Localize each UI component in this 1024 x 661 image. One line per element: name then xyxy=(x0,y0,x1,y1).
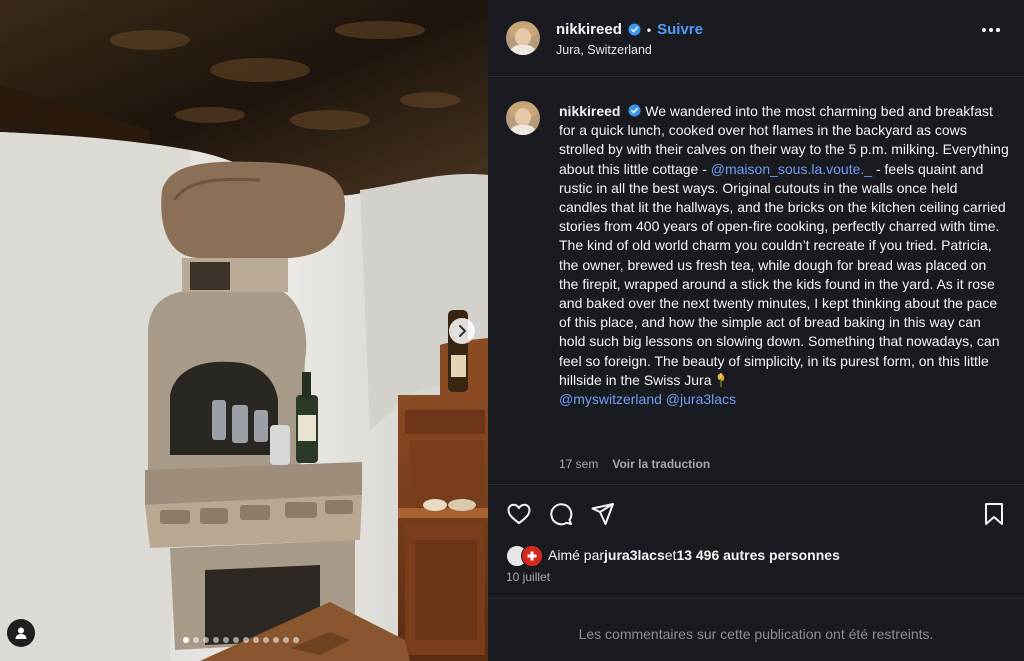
mention-link[interactable]: @myswitzerland xyxy=(559,391,662,407)
carousel-dot xyxy=(283,637,289,643)
caption-username[interactable]: nikkireed xyxy=(559,103,620,119)
carousel-dot xyxy=(183,637,189,643)
liker-avatars xyxy=(506,544,544,567)
likes-prefix: Aimé par xyxy=(548,547,605,563)
divider xyxy=(488,598,1024,599)
swiss-flag-icon xyxy=(521,545,543,567)
post-photo[interactable] xyxy=(0,0,488,661)
tagged-users-button[interactable] xyxy=(7,619,35,647)
carousel-dot xyxy=(213,637,219,643)
more-options-button[interactable] xyxy=(982,28,1000,32)
carousel-dot xyxy=(293,637,299,643)
user-tag-icon xyxy=(15,627,27,639)
post-age: 17 sem xyxy=(559,457,599,471)
carousel-dot xyxy=(273,637,279,643)
mention-link[interactable]: @maison_sous.la.voute._ xyxy=(711,161,872,177)
comment-icon[interactable] xyxy=(548,501,574,527)
more-horizontal-icon xyxy=(982,28,986,32)
avatar[interactable] xyxy=(506,21,540,55)
likes-summary[interactable]: Aimé par jura3lacs et 13 496 autres pers… xyxy=(506,544,840,567)
carousel-dot xyxy=(193,637,199,643)
carousel-dot xyxy=(243,637,249,643)
translate-button[interactable]: Voir la traduction xyxy=(612,457,710,471)
divider xyxy=(488,484,1024,485)
post-details-panel: nikkireed • Suivre Jura, Switzerland nik… xyxy=(488,0,1024,661)
caption-text-2: - feels quaint and rustic in all the bes… xyxy=(559,160,1006,388)
caption-avatar[interactable] xyxy=(506,101,540,135)
share-icon[interactable] xyxy=(590,501,616,527)
location-link[interactable]: Jura, Switzerland xyxy=(556,43,652,57)
header-user-line: nikkireed • Suivre xyxy=(556,21,703,38)
likes-middle: et xyxy=(664,547,677,563)
wheat-icon xyxy=(718,372,725,387)
carousel-indicator xyxy=(183,637,299,643)
username-link[interactable]: nikkireed xyxy=(556,21,622,38)
fireplace-photo xyxy=(0,0,488,661)
heart-icon[interactable] xyxy=(506,501,532,527)
liker-username[interactable]: jura3lacs xyxy=(604,547,665,563)
carousel-dot xyxy=(203,637,209,643)
chevron-right-icon xyxy=(459,325,467,337)
mention-link[interactable]: @jura3lacs xyxy=(666,391,736,407)
carousel-dot xyxy=(253,637,259,643)
bookmark-icon[interactable] xyxy=(981,501,1007,527)
post-date: 10 juillet xyxy=(506,570,551,584)
separator-dot: • xyxy=(646,22,652,37)
caption-meta: 17 sem Voir la traduction xyxy=(559,457,710,471)
carousel-dot xyxy=(233,637,239,643)
comments-restricted-notice: Les commentaires sur cette publication o… xyxy=(578,626,934,642)
verified-badge-icon xyxy=(628,23,641,36)
post-header: nikkireed • Suivre Jura, Switzerland xyxy=(488,0,1024,77)
verified-badge-icon xyxy=(628,104,641,117)
carousel-next-button[interactable] xyxy=(449,318,475,344)
likes-count[interactable]: 13 496 autres personnes xyxy=(676,547,839,563)
post-caption: nikkireed We wandered into the most char… xyxy=(559,102,1009,409)
carousel-dot xyxy=(263,637,269,643)
carousel-dot xyxy=(223,637,229,643)
follow-button[interactable]: Suivre xyxy=(657,21,703,38)
